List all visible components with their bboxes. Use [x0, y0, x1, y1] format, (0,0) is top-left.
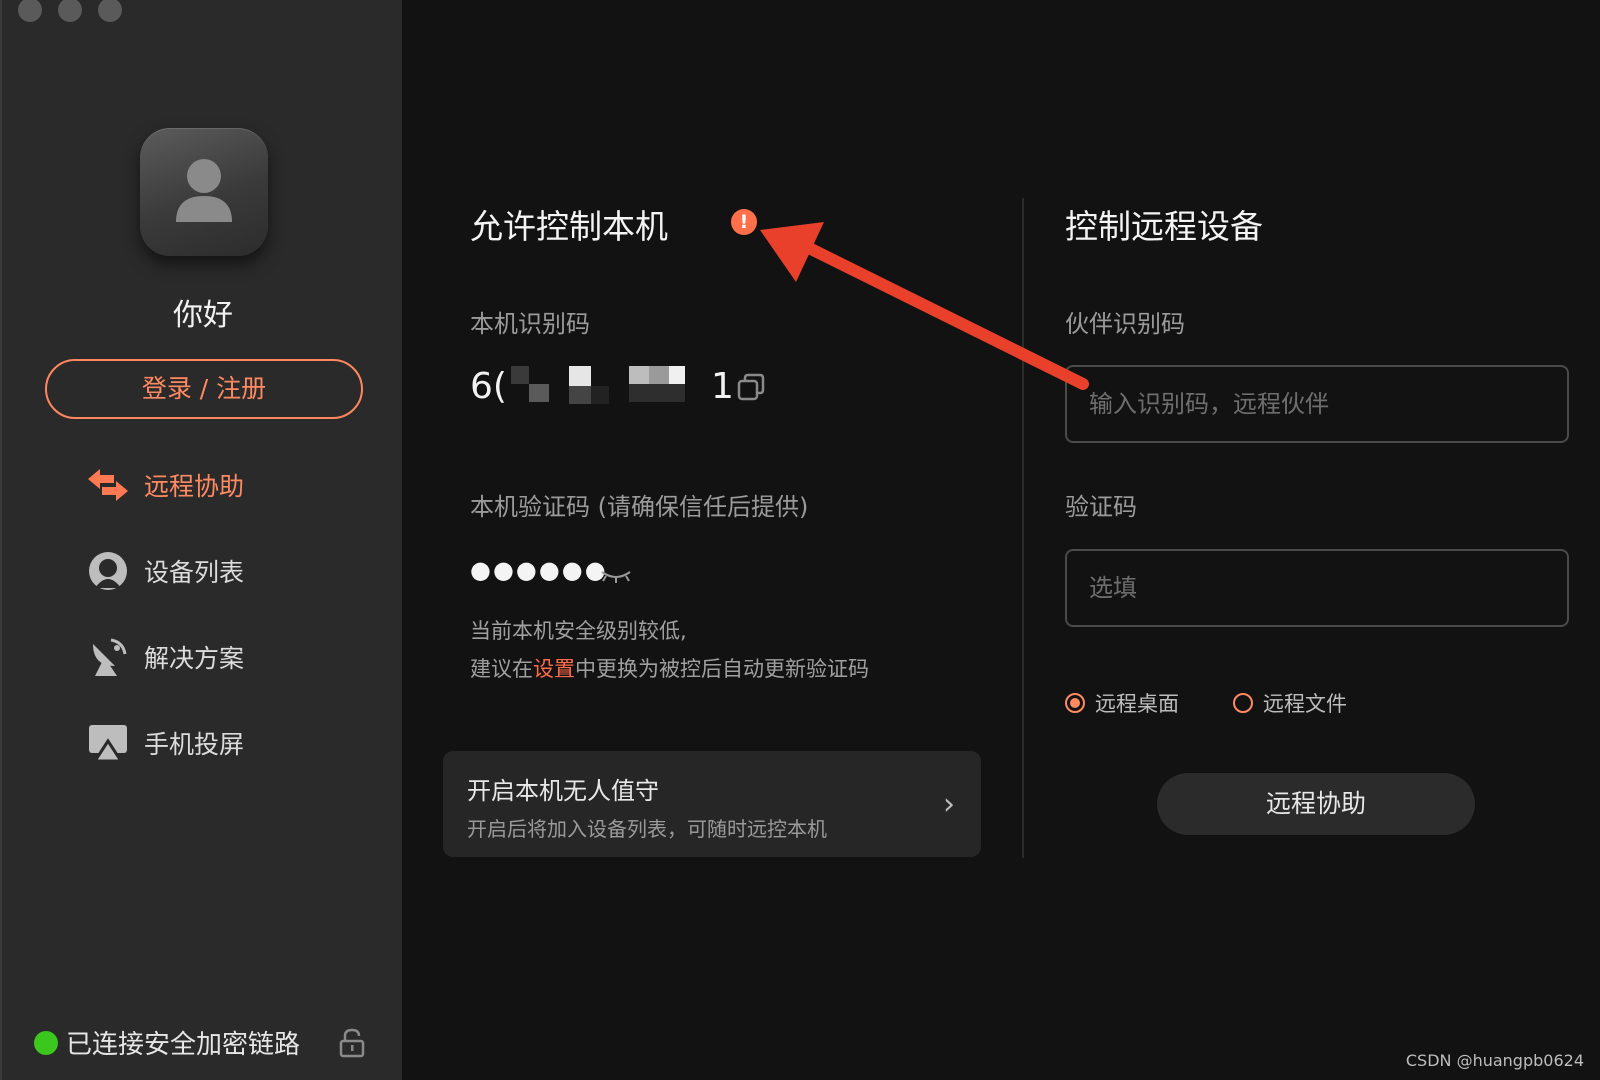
remote-assist-button[interactable]: 远程协助	[1157, 773, 1475, 835]
device-id-value: 6( 1	[470, 362, 734, 410]
sidebar-item-remote-assist[interactable]: 远程协助	[86, 461, 244, 509]
close-window-button[interactable]	[18, 0, 42, 22]
connection-status-text: 已连接安全加密链路	[66, 1030, 301, 1060]
connection-status: 已连接安全加密链路	[34, 1024, 300, 1061]
unattended-description: 开启后将加入设备列表，可随时远控本机	[467, 817, 827, 841]
section-divider	[1022, 198, 1024, 858]
device-id-suffix: 1	[710, 365, 734, 407]
user-icon	[176, 159, 232, 222]
radio-remote-desktop[interactable]: 远程桌面	[1065, 688, 1179, 718]
hint-line-2: 建议在设置中更换为被控后自动更新验证码	[470, 657, 869, 681]
copy-icon[interactable]	[737, 373, 765, 401]
settings-link[interactable]: 设置	[533, 657, 575, 681]
satellite-dish-icon	[86, 635, 130, 679]
pixelated-id-mosaic	[510, 362, 711, 410]
verification-code-value: ●●●●●●	[470, 556, 608, 584]
zoom-window-button[interactable]	[98, 0, 122, 22]
window-controls	[18, 0, 122, 22]
device-list-icon	[86, 549, 130, 593]
unattended-access-card[interactable]: 开启本机无人值守 开启后将加入设备列表，可随时远控本机 ›	[443, 751, 981, 857]
security-hint: 当前本机安全级别较低, 建议在设置中更换为被控后自动更新验证码	[470, 612, 869, 688]
chevron-right-icon: ›	[943, 787, 955, 822]
unlock-icon[interactable]	[339, 1028, 365, 1058]
control-remote-title: 控制远程设备	[1065, 207, 1263, 246]
minimize-window-button[interactable]	[58, 0, 82, 22]
sidebar-item-label: 设备列表	[144, 558, 245, 587]
radio-label: 远程桌面	[1095, 692, 1179, 716]
sidebar-item-label: 手机投屏	[144, 730, 245, 759]
partner-id-input[interactable]	[1065, 365, 1569, 443]
remote-code-input[interactable]	[1065, 549, 1569, 627]
sidebar: 你好 登录 / 注册 远程协助 设备列表 解决方案 手机投屏 已连接安全加密链路	[0, 0, 402, 1080]
verification-code-label: 本机验证码 (请确保信任后提供)	[470, 493, 809, 521]
sidebar-item-solutions[interactable]: 解决方案	[86, 633, 244, 681]
warning-icon[interactable]: !	[731, 209, 757, 235]
avatar[interactable]	[140, 128, 268, 256]
device-id-label: 本机识别码	[470, 310, 590, 338]
screen-cast-icon	[86, 721, 130, 765]
eye-closed-icon[interactable]	[600, 568, 632, 584]
status-dot-icon	[34, 1030, 58, 1055]
login-register-button[interactable]: 登录 / 注册	[45, 359, 363, 419]
sidebar-item-label: 解决方案	[144, 644, 245, 673]
hint-line-1: 当前本机安全级别较低,	[470, 619, 687, 643]
allow-control-title: 允许控制本机	[470, 207, 668, 246]
radio-unselected-icon	[1233, 693, 1253, 713]
sidebar-item-device-list[interactable]: 设备列表	[86, 547, 244, 595]
unattended-title: 开启本机无人值守	[467, 777, 659, 805]
device-id-prefix: 6(	[470, 365, 507, 407]
radio-label: 远程文件	[1263, 692, 1347, 716]
watermark: CSDN @huangpb0624	[1405, 1051, 1584, 1070]
remote-code-label: 验证码	[1065, 493, 1137, 521]
greeting-text: 你好	[173, 298, 233, 333]
remote-assist-icon	[86, 463, 130, 507]
radio-selected-icon	[1065, 693, 1085, 713]
radio-remote-file[interactable]: 远程文件	[1233, 688, 1347, 718]
partner-id-label: 伙伴识别码	[1065, 310, 1185, 338]
sidebar-item-screen-cast[interactable]: 手机投屏	[86, 719, 244, 767]
sidebar-item-label: 远程协助	[144, 472, 245, 501]
